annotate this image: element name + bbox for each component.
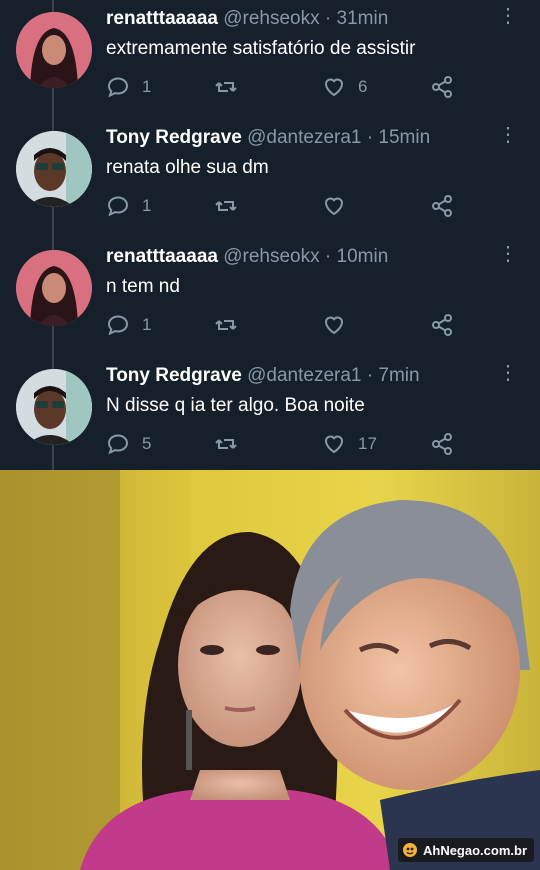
retweet-icon — [215, 439, 237, 449]
share-button[interactable] — [430, 72, 454, 102]
retweet-icon — [215, 82, 237, 92]
like-count: 6 — [358, 77, 368, 96]
share-button[interactable] — [430, 191, 454, 221]
reply-icon — [107, 77, 129, 98]
avatar[interactable] — [16, 12, 92, 88]
retweet-button[interactable] — [214, 72, 250, 102]
author-name[interactable]: Tony Redgrave — [106, 365, 242, 386]
meme-photo-illustration — [0, 470, 540, 870]
author-handle[interactable]: @rehseokx — [223, 246, 319, 267]
reply-count: 1 — [142, 315, 152, 334]
retweet-button[interactable] — [214, 310, 250, 340]
tweet-text: n tem nd — [106, 276, 180, 297]
tweet-actions: 1 6 — [106, 72, 466, 102]
share-button[interactable] — [430, 310, 454, 340]
share-button[interactable] — [430, 429, 454, 459]
meme-photo: AhNegao.com.br — [0, 470, 540, 870]
heart-icon — [324, 78, 344, 97]
tweet-text: renata olhe sua dm — [106, 157, 269, 178]
tweet-header: Tony Redgrave @dantezera1 · 7min — [106, 365, 420, 387]
more-vertical-icon[interactable]: ⋮ — [498, 363, 518, 387]
retweet-icon — [215, 201, 237, 211]
tweet[interactable]: Tony Redgrave @dantezera1 · 7min ⋮ N dis… — [0, 357, 540, 476]
avatar[interactable] — [16, 250, 92, 326]
reply-icon — [107, 196, 129, 217]
reply-button[interactable]: 1 — [106, 310, 151, 340]
retweet-button[interactable] — [214, 429, 250, 459]
tweet-actions: 1 — [106, 310, 466, 340]
tweet-header: Tony Redgrave @dantezera1 · 15min — [106, 127, 430, 149]
tweet[interactable]: Tony Redgrave @dantezera1 · 15min ⋮ rena… — [0, 119, 540, 238]
tweet-actions: 5 17 — [106, 429, 466, 459]
reply-button[interactable]: 1 — [106, 72, 151, 102]
author-handle[interactable]: @dantezera1 — [247, 127, 361, 148]
author-name[interactable]: renatttaaaaa — [106, 8, 218, 29]
like-button[interactable]: 6 — [322, 72, 367, 102]
share-icon — [432, 433, 452, 455]
heart-icon — [324, 316, 344, 335]
tweet[interactable]: renatttaaaaa @rehseokx · 31min ⋮ extrema… — [0, 0, 540, 119]
reply-icon — [107, 315, 129, 336]
watermark-text: AhNegao.com.br — [422, 842, 527, 858]
share-icon — [432, 195, 452, 217]
tweet-actions: 1 — [106, 191, 466, 221]
retweet-icon — [215, 320, 237, 330]
tweet-text: extremamente satisfatório de assistir — [106, 38, 416, 59]
reply-icon — [107, 434, 129, 455]
author-name[interactable]: renatttaaaaa — [106, 246, 218, 267]
like-button[interactable] — [322, 310, 358, 340]
avatar[interactable] — [16, 369, 92, 445]
reply-count: 1 — [142, 77, 152, 96]
tweet-header: renatttaaaaa @rehseokx · 10min — [106, 246, 388, 268]
avatar[interactable] — [16, 131, 92, 207]
tweet-thread: renatttaaaaa @rehseokx · 31min ⋮ extrema… — [0, 0, 540, 470]
tweet-time[interactable]: · 10min — [325, 246, 388, 267]
share-icon — [432, 314, 452, 336]
tweet-text: N disse q ia ter algo. Boa noite — [106, 395, 365, 416]
like-count: 17 — [358, 434, 377, 453]
reply-button[interactable]: 5 — [106, 429, 151, 459]
author-handle[interactable]: @rehseokx — [223, 8, 319, 29]
reply-count: 5 — [142, 434, 152, 453]
logo-icon — [402, 843, 417, 857]
like-button[interactable] — [322, 191, 358, 221]
share-icon — [432, 76, 452, 98]
heart-icon — [324, 435, 344, 454]
tweet[interactable]: renatttaaaaa @rehseokx · 10min ⋮ n tem n… — [0, 238, 540, 357]
like-button[interactable]: 17 — [322, 429, 377, 459]
author-handle[interactable]: @dantezera1 — [247, 365, 361, 386]
author-name[interactable]: Tony Redgrave — [106, 127, 242, 148]
heart-icon — [324, 197, 344, 216]
reply-count: 1 — [142, 196, 152, 215]
more-vertical-icon[interactable]: ⋮ — [498, 6, 518, 30]
tweet-time[interactable]: · 15min — [367, 127, 430, 148]
more-vertical-icon[interactable]: ⋮ — [498, 244, 518, 268]
watermark-badge[interactable]: AhNegao.com.br — [397, 838, 534, 862]
retweet-button[interactable] — [214, 191, 250, 221]
reply-button[interactable]: 1 — [106, 191, 151, 221]
tweet-header: renatttaaaaa @rehseokx · 31min — [106, 8, 388, 30]
tweet-time[interactable]: · 31min — [325, 8, 388, 29]
tweet-time[interactable]: · 7min — [367, 365, 420, 386]
more-vertical-icon[interactable]: ⋮ — [498, 125, 518, 149]
